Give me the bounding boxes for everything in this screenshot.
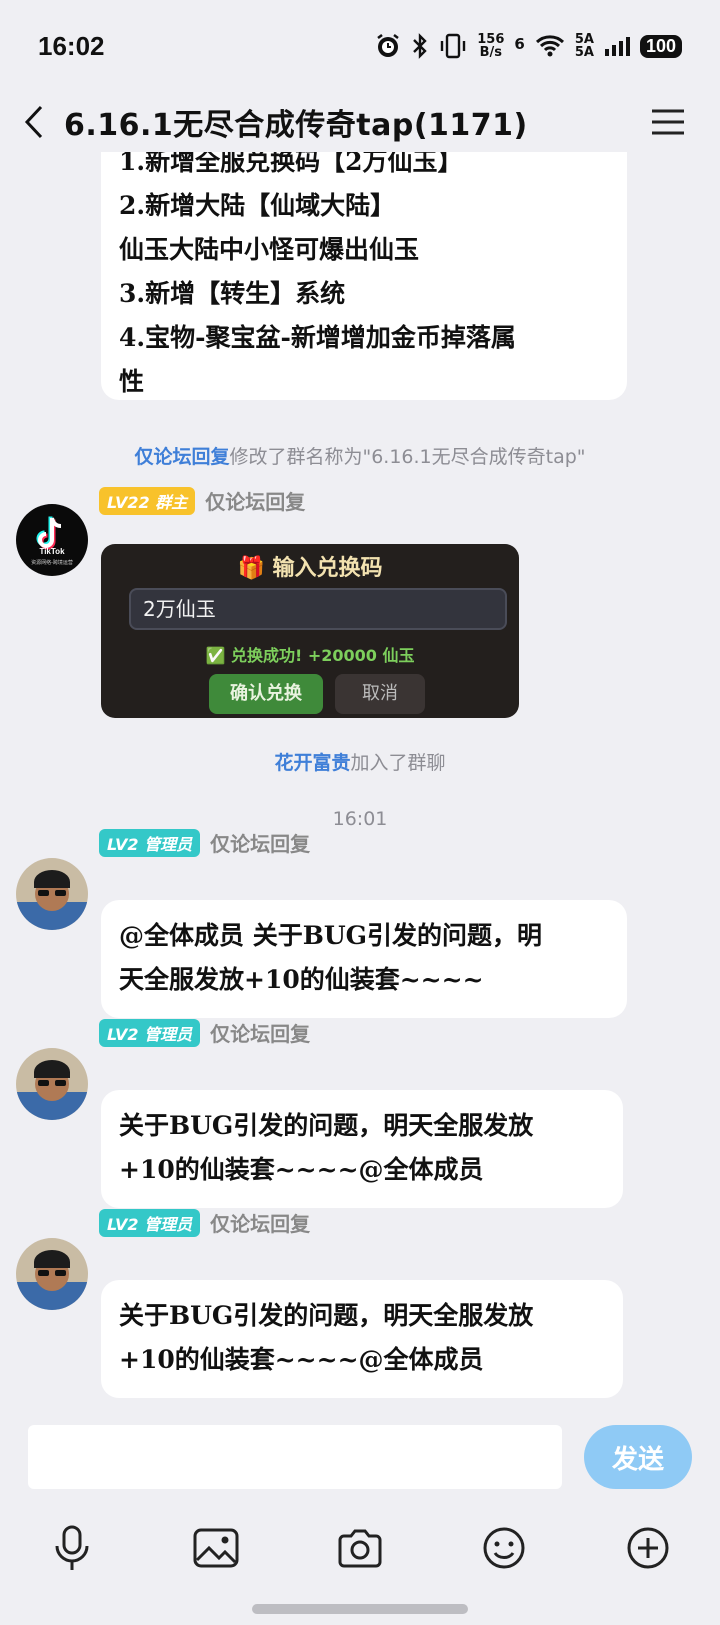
sender-name[interactable]: 仅论坛回复 (210, 828, 310, 857)
person-avatar-icon (16, 1238, 88, 1310)
system-rename-notice: 仅论坛回复修改了群名称为"6.16.1无尽合成传奇tap" (0, 442, 720, 469)
sender-meta: LV2 管理员 仅论坛回复 (99, 1018, 310, 1047)
sender-name[interactable]: 仅论坛回复 (205, 486, 305, 515)
chat-header: 6.16.1无尽合成传奇tap(1171) (0, 92, 720, 152)
message-bubble[interactable]: @全体成员 关于BUG引发的问题，明 天全服发放+10的仙装套~~~~ (101, 900, 627, 1018)
bubble-line: 3.新增【转生】系统 (119, 279, 346, 308)
status-icons: 156 B/s 6 5A 5A 100 (375, 33, 682, 59)
bubble-line: 仙玉大陆中小怪可爆出仙玉 (119, 235, 420, 264)
camera-button[interactable] (332, 1520, 388, 1576)
avatar[interactable] (16, 858, 88, 930)
net-speed: 156 B/s (477, 33, 504, 59)
redeem-success-label: 兑换成功! +20000 仙玉 (230, 646, 415, 665)
emoji-button[interactable] (476, 1520, 532, 1576)
menu-button[interactable] (638, 92, 698, 152)
person-avatar-icon (16, 1048, 88, 1120)
bubble-line: +10的仙装套~~~~@全体成员 (119, 1345, 484, 1374)
redeem-screenshot[interactable]: 🎁 输入兑换码 2万仙玉 ✅ 兑换成功! +20000 仙玉 确认兑换 取消 (101, 544, 519, 718)
plus-icon (627, 1527, 669, 1569)
avatar[interactable] (16, 1238, 88, 1310)
net-speed-unit: B/s (479, 45, 503, 60)
sender-meta: LV2 管理员 仅论坛回复 (99, 1208, 310, 1237)
system-actor-link[interactable]: 仅论坛回复 (134, 446, 229, 468)
chat-messages[interactable]: 1.新增全服兑换码【2万仙玉】 2.新增大陆【仙域大陆】 仙玉大陆中小怪可爆出仙… (0, 152, 720, 1412)
admin-badge: LV2 管理员 (99, 828, 201, 857)
camera-icon (338, 1529, 382, 1568)
admin-badge: LV2 管理员 (99, 1018, 201, 1047)
bubble-line: @全体成员 关于BUG引发的问题，明 (119, 921, 542, 950)
message-bubble[interactable]: 关于BUG引发的问题，明天全服发放 +10的仙装套~~~~@全体成员 (101, 1090, 623, 1208)
more-button[interactable] (620, 1520, 676, 1576)
bubble-line: 1.新增全服兑换码【2万仙玉】 (119, 152, 463, 176)
send-button[interactable]: 发送 (584, 1425, 692, 1489)
group-title: 6.16.1无尽合成传奇tap(1171) (64, 108, 528, 143)
admin-badge: LV2 管理员 (99, 1208, 201, 1237)
signal-icon (604, 37, 630, 56)
avatar[interactable]: TikTok 资源网络-跨境运营 (16, 504, 88, 576)
update-notes-bubble[interactable]: 1.新增全服兑换码【2万仙玉】 2.新增大陆【仙域大陆】 仙玉大陆中小怪可爆出仙… (101, 152, 627, 400)
tiktok-logo-icon: TikTok 资源网络-跨境运营 (31, 516, 73, 566)
system-actor-link[interactable]: 花开富贵 (274, 752, 350, 774)
system-text: 加入了群聊 (350, 752, 446, 774)
avatar[interactable] (16, 1048, 88, 1120)
bluetooth-icon (413, 33, 427, 59)
voice-button[interactable] (44, 1520, 100, 1576)
redeem-code-field: 2万仙玉 (129, 588, 507, 630)
redeem-title-text: 输入兑换码 (272, 556, 383, 581)
redeem-success-text: ✅ 兑换成功! +20000 仙玉 (101, 642, 519, 666)
owner-badge: LV22 群主 (99, 486, 196, 515)
status-time: 16:02 (38, 30, 105, 61)
sim-labels: 5A 5A (575, 33, 594, 59)
battery-indicator: 100 (639, 34, 682, 58)
sender-meta: LV22 群主 仅论坛回复 (99, 486, 305, 515)
back-button[interactable] (4, 92, 64, 152)
avatar-label: TikTok (39, 547, 65, 556)
signal-label: 6 (514, 35, 525, 53)
home-indicator[interactable] (252, 1604, 468, 1614)
bubble-line: 2.新增大陆【仙域大陆】 (119, 191, 396, 220)
gift-icon: 🎁 (237, 556, 273, 581)
redeem-confirm-button: 确认兑换 (209, 674, 323, 714)
hamburger-icon (652, 109, 684, 135)
check-icon: ✅ (205, 646, 231, 665)
message-input[interactable] (28, 1425, 562, 1489)
avatar-sub: 资源网络-跨境运营 (31, 559, 73, 566)
bubble-line: +10的仙装套~~~~@全体成员 (119, 1155, 484, 1184)
redeem-cancel-button: 取消 (335, 674, 425, 714)
microphone-icon (55, 1525, 89, 1570)
person-avatar-icon (16, 858, 88, 930)
alarm-icon (377, 34, 400, 57)
chevron-left-icon (24, 105, 43, 139)
input-bar: 发送 (0, 1412, 720, 1625)
sender-meta: LV2 管理员 仅论坛回复 (99, 828, 310, 857)
image-button[interactable] (188, 1520, 244, 1576)
bubble-line: 关于BUG引发的问题，明天全服发放 (119, 1111, 534, 1140)
bubble-line: 性 (119, 367, 145, 396)
message-timestamp: 16:01 (332, 808, 388, 830)
emoji-icon (483, 1527, 525, 1569)
image-icon (193, 1528, 239, 1568)
system-join-notice: 花开富贵加入了群聊 (0, 748, 720, 775)
sim-label-bottom: 5A (574, 45, 594, 60)
redeem-title: 🎁 输入兑换码 (101, 550, 519, 582)
status-bar: 16:02 156 B/s 6 5A 5A 100 (0, 0, 720, 92)
system-text: 修改了群名称为"6.16.1无尽合成传奇tap" (229, 446, 586, 468)
message-bubble[interactable]: 关于BUG引发的问题，明天全服发放 +10的仙装套~~~~@全体成员 (101, 1280, 623, 1398)
sender-name[interactable]: 仅论坛回复 (210, 1018, 310, 1047)
sender-name[interactable]: 仅论坛回复 (210, 1208, 310, 1237)
bubble-line: 4.宝物-聚宝盆-新增增加金币掉落属 (119, 323, 516, 352)
bubble-line: 天全服发放+10的仙装套~~~~ (119, 965, 484, 994)
wifi-icon (535, 35, 564, 57)
bubble-line: 关于BUG引发的问题，明天全服发放 (119, 1301, 534, 1330)
vibrate-icon (441, 33, 466, 59)
